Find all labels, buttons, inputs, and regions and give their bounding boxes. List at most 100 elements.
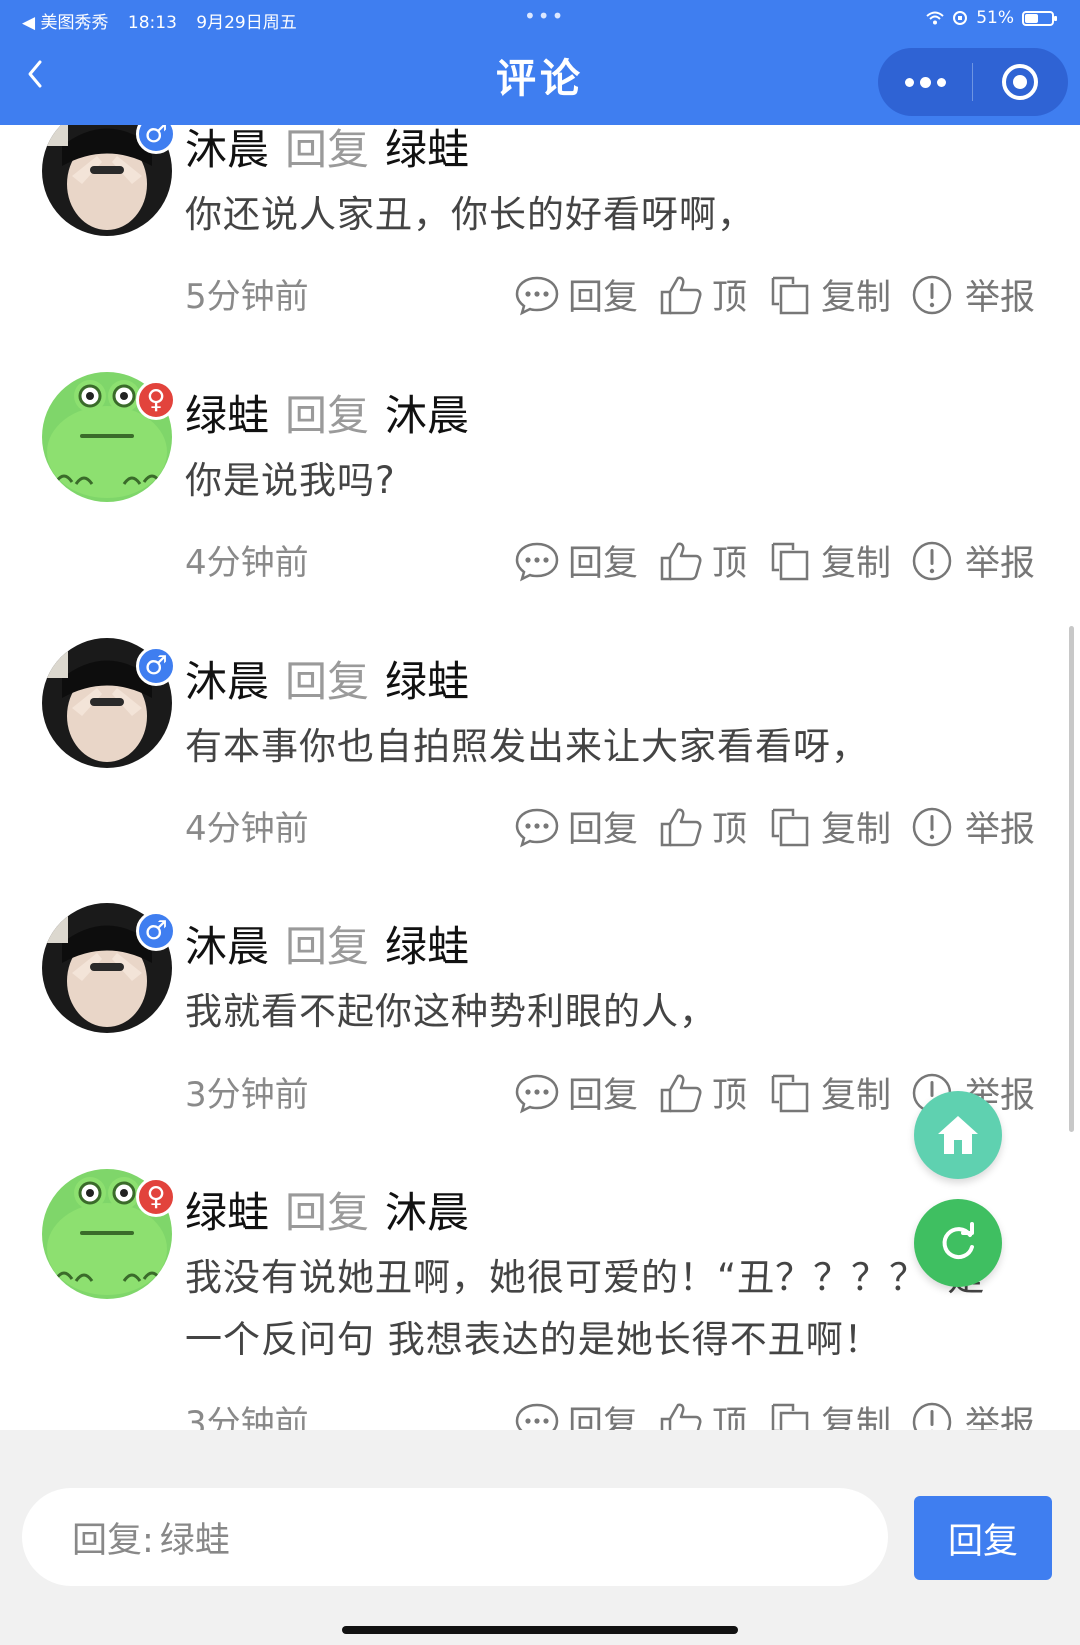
reply-bar: 回复: 回复 <box>0 1430 1080 1645</box>
reply-action-label: 回复 <box>568 1405 639 1430</box>
chat-icon <box>514 274 560 316</box>
comment-meta: 4分钟前 回复 顶 复制 举报 <box>0 535 1080 585</box>
comment-header: 沐晨 回复 绿蛙 <box>185 648 469 709</box>
reply-action[interactable]: 回复 <box>514 801 638 852</box>
comment-header: 绿蛙 回复 沐晨 <box>185 1179 469 1240</box>
comment-meta: 5分钟前 回复 顶 复制 举报 <box>0 269 1080 319</box>
reply-action[interactable]: 回复 <box>514 1067 638 1118</box>
home-indicator[interactable] <box>342 1626 738 1634</box>
target-name[interactable]: 绿蛙 <box>385 657 469 706</box>
copy-icon <box>767 806 813 848</box>
comment-text: 我就看不起你这种势利眼的人， <box>185 990 717 1033</box>
miniprogram-capsule <box>878 48 1068 116</box>
thumbs-up-icon <box>658 1072 704 1114</box>
report-action[interactable]: 举报 <box>911 535 1035 586</box>
like-action[interactable]: 顶 <box>658 801 747 852</box>
male-gender-icon: ♂ <box>136 646 176 686</box>
report-action-label: 举报 <box>965 810 1036 850</box>
reply-input-container[interactable]: 回复: <box>22 1488 888 1586</box>
copy-action[interactable]: 复制 <box>767 535 891 586</box>
comment-item: ♀ 绿蛙 回复 沐晨 你是说我吗? <box>0 372 1080 632</box>
multitask-dots[interactable]: ••• <box>524 4 565 28</box>
battery-percent: 51% <box>976 8 1014 28</box>
author-name[interactable]: 绿蛙 <box>185 391 269 440</box>
author-name[interactable]: 绿蛙 <box>185 1188 269 1237</box>
author-name[interactable]: 沐晨 <box>185 657 269 706</box>
report-action-label: 举报 <box>965 544 1036 584</box>
orientation-lock-icon <box>953 11 968 25</box>
status-date: 9月29日周五 <box>196 13 297 33</box>
send-reply-button[interactable]: 回复 <box>914 1496 1052 1580</box>
target-name[interactable]: 沐晨 <box>385 1188 469 1237</box>
reply-action-label: 回复 <box>568 1076 639 1116</box>
copy-action[interactable]: 复制 <box>767 801 891 852</box>
more-button[interactable] <box>878 48 972 116</box>
home-button[interactable] <box>914 1091 1002 1179</box>
reply-action-label: 回复 <box>568 278 639 318</box>
author-name[interactable]: 沐晨 <box>185 922 269 971</box>
thumbs-up-icon <box>658 540 704 582</box>
male-gender-icon: ♂ <box>136 911 176 951</box>
copy-icon <box>767 1072 813 1114</box>
reply-action[interactable]: 回复 <box>514 1396 638 1430</box>
comment-actions: 回复 顶 复制 举报 <box>514 1396 1055 1430</box>
reply-word: 回复 <box>285 125 370 174</box>
copy-action[interactable]: 复制 <box>767 1067 891 1118</box>
copy-action-label: 复制 <box>821 278 892 318</box>
target-name[interactable]: 绿蛙 <box>385 922 469 971</box>
reply-action[interactable]: 回复 <box>514 269 638 320</box>
copy-icon <box>767 1401 813 1431</box>
comment-list[interactable]: ♂ 沐晨 回复 绿蛙 你还说人家丑，你长的好看呀啊， 5分钟前 回复 顶 复制 举报… <box>0 0 1080 1430</box>
thumbs-up-icon <box>658 1401 704 1431</box>
copy-action[interactable]: 复制 <box>767 1396 891 1430</box>
comment-time: 3分钟前 <box>185 1075 309 1115</box>
reply-word: 回复 <box>285 391 370 440</box>
target-name[interactable]: 绿蛙 <box>385 125 469 174</box>
back-to-app-link[interactable]: ◀ 美图秀秀 <box>22 13 108 33</box>
more-dots-icon <box>904 76 946 88</box>
like-action[interactable]: 顶 <box>658 535 747 586</box>
like-action-label: 顶 <box>712 810 748 850</box>
close-miniprogram-button[interactable] <box>973 48 1067 116</box>
report-action[interactable]: 举报 <box>911 269 1035 320</box>
report-icon <box>911 1401 957 1431</box>
chat-icon <box>514 1401 560 1431</box>
reply-word: 回复 <box>285 922 370 971</box>
nav-bar: 评论 <box>0 36 1080 125</box>
copy-action[interactable]: 复制 <box>767 269 891 320</box>
refresh-button[interactable] <box>914 1199 1002 1287</box>
report-action[interactable]: 举报 <box>911 1396 1035 1430</box>
female-gender-icon: ♀ <box>136 380 176 420</box>
reply-input[interactable] <box>159 1517 760 1557</box>
comment-time: 4分钟前 <box>185 543 309 583</box>
comment-header: 沐晨 回复 绿蛙 <box>185 913 469 974</box>
reply-word: 回复 <box>285 1188 370 1237</box>
report-action-label: 举报 <box>965 1405 1036 1430</box>
target-circle-icon <box>1002 64 1038 100</box>
like-action-label: 顶 <box>712 1076 748 1116</box>
like-action[interactable]: 顶 <box>658 1396 747 1430</box>
battery-icon <box>1022 10 1057 26</box>
author-name[interactable]: 沐晨 <box>185 125 269 174</box>
target-name[interactable]: 沐晨 <box>385 391 469 440</box>
reply-word: 回复 <box>285 657 370 706</box>
comment-text: 你是说我吗? <box>185 459 396 502</box>
copy-action-label: 复制 <box>821 1405 892 1430</box>
reply-action[interactable]: 回复 <box>514 535 638 586</box>
report-icon <box>911 806 957 848</box>
comment-time: 5分钟前 <box>185 277 309 317</box>
like-action-label: 顶 <box>712 1405 748 1430</box>
comment-meta: 3分钟前 回复 顶 复制 举报 <box>0 1396 1080 1430</box>
report-action[interactable]: 举报 <box>911 801 1035 852</box>
scrollbar[interactable] <box>1069 626 1074 1132</box>
comment-item: ♀ 绿蛙 回复 沐晨 我没有说她丑啊，她很可爱的！“丑？？？？”是一个反问句 我想表… <box>0 1169 1080 1429</box>
reply-action-label: 回复 <box>568 810 639 850</box>
like-action[interactable]: 顶 <box>658 1067 747 1118</box>
report-icon <box>911 540 957 582</box>
female-gender-icon: ♀ <box>136 1177 176 1217</box>
thumbs-up-icon <box>658 274 704 316</box>
comment-text: 有本事你也自拍照发出来让大家看看呀， <box>185 725 869 768</box>
like-action-label: 顶 <box>712 278 748 318</box>
copy-action-label: 复制 <box>821 810 892 850</box>
like-action[interactable]: 顶 <box>658 269 747 320</box>
